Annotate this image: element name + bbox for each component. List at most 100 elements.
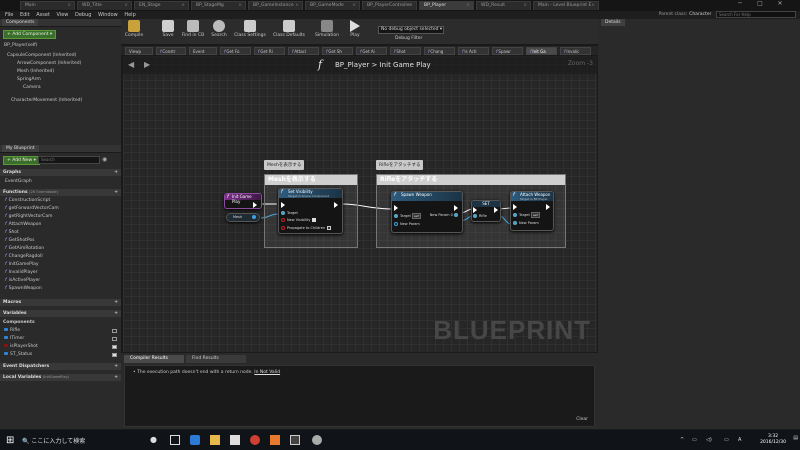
- graph-tab[interactable]: fGet Sh: [322, 47, 353, 55]
- function-item[interactable]: f InvalidPlayer: [5, 270, 38, 275]
- menu-window[interactable]: Window: [98, 11, 118, 19]
- file-tab-active[interactable]: BP_Player ×: [419, 1, 474, 10]
- tab-find-results[interactable]: Find Results: [186, 355, 246, 363]
- function-item[interactable]: f Shot: [5, 230, 19, 235]
- file-tab[interactable]: BP_GameMode ×: [305, 1, 360, 10]
- class-settings-button[interactable]: Class Settings: [233, 20, 267, 38]
- exec-in-pin[interactable]: [281, 202, 287, 208]
- function-item[interactable]: f AttachWeapon: [5, 222, 41, 227]
- macros-section[interactable]: Macros +: [0, 299, 121, 306]
- exec-pin[interactable]: [253, 202, 259, 208]
- components-subsection[interactable]: Components: [3, 320, 35, 325]
- file-tab[interactable]: Main ×: [20, 1, 75, 10]
- new-visibility-pin[interactable]: New Visibility: [281, 218, 317, 222]
- menu-file[interactable]: File: [5, 11, 13, 19]
- set-rifle-node[interactable]: SET Rifle: [471, 200, 501, 222]
- functions-section[interactable]: Functions (26 Overridable) +: [0, 189, 121, 196]
- menu-help[interactable]: Help: [124, 11, 135, 19]
- input-pin[interactable]: New Param: [394, 222, 420, 226]
- visibility-icon[interactable]: [112, 337, 117, 341]
- graph-tab[interactable]: fSpawr: [492, 47, 523, 55]
- result-message[interactable]: • The execution path doesn't end with a …: [133, 370, 280, 375]
- microphone-icon[interactable]: ●: [150, 435, 157, 444]
- graph-tab[interactable]: fChang: [424, 47, 455, 55]
- variable-item[interactable]: ITimer: [4, 336, 24, 341]
- graph-tab[interactable]: fGet Fo: [220, 47, 251, 55]
- file-tab[interactable]: EN_Stage ×: [134, 1, 189, 10]
- menu-edit[interactable]: Edit: [20, 11, 30, 19]
- event-dispatchers-section[interactable]: Event Dispatchers +: [0, 363, 121, 370]
- graph-tab[interactable]: Viewp: [125, 47, 153, 55]
- variable-item[interactable]: Rifle: [4, 328, 20, 333]
- close-icon[interactable]: ×: [591, 3, 595, 8]
- comment-title[interactable]: Meshを表示する: [265, 175, 357, 185]
- file-tab[interactable]: WD_Result ×: [476, 1, 531, 10]
- help-search-input[interactable]: Search For Help: [716, 11, 796, 18]
- target-pin[interactable]: Target self: [513, 212, 541, 218]
- add-new-button[interactable]: + Add New ▾: [3, 156, 40, 165]
- tab-compiler-results[interactable]: Compiler Results: [124, 355, 184, 363]
- tree-item[interactable]: Camera: [23, 85, 41, 90]
- clock[interactable]: 3:32 2016/12/30: [760, 434, 786, 446]
- graph-tab[interactable]: fAttacl: [288, 47, 319, 55]
- task-view-icon[interactable]: [170, 435, 180, 445]
- minimize-button[interactable]: ─: [730, 0, 750, 7]
- result-link[interactable]: In Not Valid: [254, 370, 280, 375]
- chrome-icon[interactable]: [250, 435, 260, 445]
- self-item[interactable]: BP_Player(self): [4, 43, 38, 48]
- spawn-weapon-node[interactable]: f Spawn Weapon Target self New Param 0 New…: [391, 191, 463, 233]
- network-icon[interactable]: ▭: [692, 437, 697, 443]
- close-icon[interactable]: ×: [466, 3, 470, 8]
- exec-out-pin[interactable]: [546, 204, 552, 210]
- file-tab[interactable]: BP_PlayerController ×: [362, 1, 417, 10]
- graph-tab[interactable]: fShot: [390, 47, 421, 55]
- function-item[interactable]: f GetAimRotation: [5, 246, 44, 251]
- play-button[interactable]: Play: [345, 20, 365, 38]
- add-icon[interactable]: +: [114, 169, 118, 176]
- graph-tab-active[interactable]: fInit Ga: [526, 47, 557, 55]
- tree-item[interactable]: CapsuleComponent (Inherited): [7, 53, 76, 58]
- exec-out-pin[interactable]: [334, 202, 340, 208]
- function-item[interactable]: f ConstructionScript: [5, 198, 50, 203]
- close-icon[interactable]: ×: [181, 3, 185, 8]
- details-tab[interactable]: Details: [601, 19, 625, 26]
- file-explorer-icon[interactable]: [210, 435, 220, 445]
- input-pin[interactable]: New Param: [513, 221, 539, 225]
- variable-item[interactable]: ST_Status: [4, 352, 32, 357]
- search-button[interactable]: Search: [209, 20, 229, 38]
- function-item[interactable]: f getForwardVectorCam: [5, 206, 59, 211]
- close-icon[interactable]: ×: [295, 3, 299, 8]
- visibility-icon[interactable]: [112, 353, 117, 357]
- attach-weapon-node[interactable]: f Attach Weapon Target is BP Player Target…: [510, 191, 554, 231]
- notification-icon[interactable]: ▤: [793, 435, 798, 441]
- compile-button[interactable]: Compile: [123, 20, 145, 38]
- menu-debug[interactable]: Debug: [75, 11, 91, 19]
- add-icon[interactable]: +: [114, 363, 118, 370]
- volume-icon[interactable]: ◁): [706, 437, 712, 443]
- exec-out-pin[interactable]: [454, 205, 460, 211]
- add-icon[interactable]: +: [114, 310, 118, 317]
- target-pin[interactable]: Target self: [394, 213, 422, 219]
- app-icon[interactable]: [312, 435, 322, 445]
- add-component-button[interactable]: + Add Component ▾: [3, 30, 57, 39]
- checkbox-icon[interactable]: [327, 226, 332, 230]
- close-icon[interactable]: ×: [124, 3, 128, 8]
- file-tab[interactable]: WD_Title ×: [77, 1, 132, 10]
- close-icon[interactable]: ×: [523, 3, 527, 8]
- close-window-button[interactable]: ✕: [770, 0, 790, 7]
- exec-in-pin[interactable]: [394, 205, 400, 211]
- exec-in-pin[interactable]: [473, 207, 479, 213]
- unreal-engine-icon[interactable]: [290, 435, 300, 445]
- graph-tab[interactable]: Event: [189, 47, 217, 55]
- tree-item[interactable]: CharacterMovement (Inherited): [11, 98, 82, 103]
- function-item[interactable]: f isActivePlayer: [5, 278, 40, 283]
- class-defaults-button[interactable]: Class Defaults: [271, 20, 307, 38]
- tree-item[interactable]: ArrowComponent (Inherited): [17, 61, 81, 66]
- comment-bubble[interactable]: Meshを表示する: [264, 160, 305, 170]
- graph-tab[interactable]: fGet Ri: [254, 47, 285, 55]
- menu-asset[interactable]: Asset: [36, 11, 50, 19]
- blueprint-search-input[interactable]: Search: [38, 156, 100, 164]
- close-icon[interactable]: ×: [409, 3, 413, 8]
- debug-object-select[interactable]: No debug object selected ▾: [378, 26, 444, 34]
- target-pin[interactable]: Target: [281, 211, 298, 215]
